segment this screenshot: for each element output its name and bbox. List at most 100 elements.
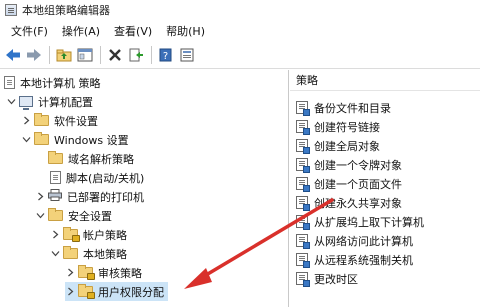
folder-icon [34,113,49,126]
export-list-icon[interactable] [126,45,145,64]
list-item-label: 创建一个令牌对象 [314,158,402,172]
tree-item-label: 本地计算机 策略 [20,76,101,90]
policy-editor-icon [5,4,17,16]
list-item[interactable]: 创建一个令牌对象 [296,155,402,174]
tree-item-scripts[interactable]: 脚本(启动/关机) [50,168,144,187]
column-header-label: 策略 [296,74,318,87]
chevron-right-icon[interactable] [50,230,60,240]
chevron-right-icon[interactable] [65,268,75,278]
list-item[interactable]: 从网络访问此计算机 [296,231,413,250]
list-item-label: 从扩展坞上取下计算机 [314,215,424,229]
column-header-policy[interactable]: 策略 [290,70,480,91]
tree-pane[interactable]: 本地计算机 策略 计算机配置 软件设置 Windows 设置 域名解析策略 脚本… [0,70,289,307]
policy-setting-icon [296,158,310,173]
list-item-label: 备份文件和目录 [314,101,391,115]
tree-item-label: 本地策略 [83,247,127,261]
folder-icon [34,132,49,145]
chevron-down-icon[interactable] [21,135,31,145]
title-bar: 本地组策略编辑器 [0,0,480,20]
tree-item-label: 域名解析策略 [68,152,134,166]
list-item[interactable]: 创建全局对象 [296,136,380,155]
tree-item-audit-policy[interactable]: 审核策略 [65,263,142,282]
tree-item-software-settings[interactable]: 软件设置 [21,111,98,130]
window-title: 本地组策略编辑器 [22,4,110,17]
svg-text:?: ? [162,51,167,62]
tree-item-label: 用户权限分配 [98,285,164,299]
tree-item-label: Windows 设置 [54,133,129,147]
show-hide-tree-icon[interactable] [75,45,94,64]
list-item[interactable]: 更改时区 [296,269,358,288]
list-item[interactable]: 从远程系统强制关机 [296,250,413,269]
tree-item-security-settings[interactable]: 安全设置 [35,206,112,225]
policy-setting-icon [296,120,310,135]
tree-item-label: 脚本(启动/关机) [66,171,145,185]
chevron-down-icon[interactable] [35,211,45,221]
properties-icon[interactable] [177,45,196,64]
list-item[interactable]: 创建一个页面文件 [296,174,402,193]
menu-help[interactable]: 帮助(H) [159,23,212,39]
tree-item-windows-settings[interactable]: Windows 设置 [21,130,129,149]
list-item[interactable]: 创建永久共享对象 [296,193,402,212]
chevron-right-icon[interactable] [65,287,75,297]
menu-file[interactable]: 文件(F) [4,23,55,39]
document-icon [50,171,61,184]
folder-lock-icon [63,227,80,242]
policy-list-pane[interactable]: 策略 备份文件和目录 创建符号链接 创建全局对象 创建一个令牌对象 创建一个页面… [290,70,480,307]
chevron-right-icon[interactable] [35,192,45,202]
tree-item-local-policies[interactable]: 本地策略 [50,244,127,263]
policy-setting-icon [296,234,310,249]
computer-policy-icon [4,76,15,89]
menu-bar: 文件(F) 操作(A) 查看(V) 帮助(H) [0,20,480,41]
back-arrow-icon[interactable] [3,45,22,64]
toolbar: ? [0,41,480,69]
folder-lock-icon [78,265,95,280]
delete-icon[interactable] [105,45,124,64]
list-item-label: 从网络访问此计算机 [314,234,413,248]
forward-arrow-icon[interactable] [24,45,43,64]
list-item[interactable]: 从扩展坞上取下计算机 [296,212,424,231]
chevron-down-icon[interactable] [6,97,16,107]
list-item[interactable]: 备份文件和目录 [296,98,391,117]
menu-view[interactable]: 查看(V) [107,23,159,39]
tree-item-label: 已部署的打印机 [67,190,144,204]
tree-item-label: 帐户策略 [83,228,127,242]
list-item-label: 创建一个页面文件 [314,177,402,191]
toolbar-separator [49,45,50,64]
tree-item-deployed-printers[interactable]: 已部署的打印机 [35,187,144,206]
tree-item-label: 安全设置 [68,209,112,223]
help-icon[interactable]: ? [156,45,175,64]
toolbar-separator [100,45,101,64]
folder-icon [48,151,63,164]
computer-icon [19,96,33,110]
list-item-label: 从远程系统强制关机 [314,253,413,267]
folder-icon [48,208,63,221]
policy-setting-icon [296,101,310,116]
chevron-right-icon[interactable] [21,116,31,126]
list-item-label: 创建全局对象 [314,139,380,153]
policy-setting-icon [296,177,310,192]
tree-item-label: 审核策略 [98,266,142,280]
tree-item-name-resolution-policy[interactable]: 域名解析策略 [48,149,134,168]
list-item-label: 创建符号链接 [314,120,380,134]
list-item[interactable]: 创建符号链接 [296,117,380,136]
tree-item-computer-config[interactable]: 计算机配置 [6,92,93,111]
menu-action[interactable]: 操作(A) [55,23,107,39]
tree-item-user-rights-assignment[interactable]: 用户权限分配 [65,282,168,301]
policy-setting-icon [296,215,310,230]
list-item-label: 更改时区 [314,272,358,286]
tree-item-label: 计算机配置 [38,95,93,109]
tree-item-label: 软件设置 [54,114,98,128]
tree-item-account-policies[interactable]: 帐户策略 [50,225,127,244]
printer-icon [48,189,62,204]
policy-setting-icon [296,272,310,287]
policy-setting-icon [296,139,310,154]
up-folder-icon[interactable] [54,45,73,64]
folder-icon [63,246,78,259]
chevron-down-icon[interactable] [50,249,60,259]
policy-setting-icon [296,196,310,211]
policy-setting-icon [296,253,310,268]
folder-lock-icon [78,284,95,299]
tree-item-local-computer-policy[interactable]: 本地计算机 策略 [4,73,101,92]
toolbar-separator [151,45,152,64]
list-item-label: 创建永久共享对象 [314,196,402,210]
